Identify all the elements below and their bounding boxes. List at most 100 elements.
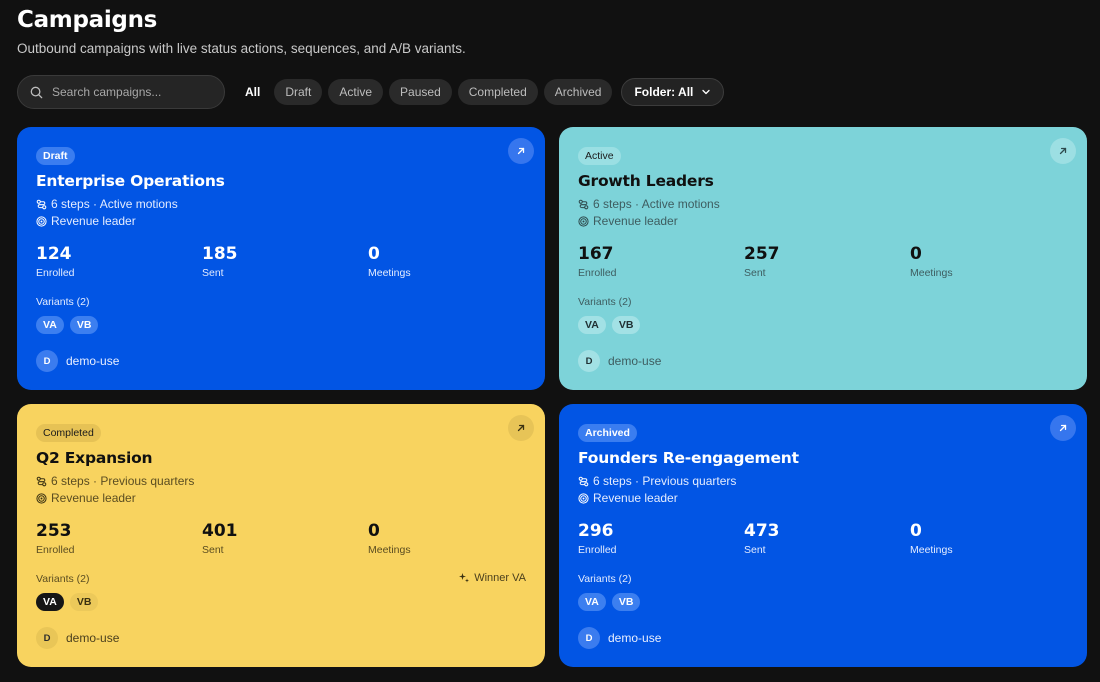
variant-list: VA VB [578,593,641,611]
target-icon [578,492,589,504]
steps-label: 6 steps · Active motions [51,197,178,211]
sent-value: 185 [202,244,238,264]
route-icon [36,476,47,486]
campaign-title[interactable]: Growth Leaders [578,172,714,190]
status-badge: Completed [36,424,101,442]
search-box[interactable] [17,75,225,109]
variant-chip[interactable]: VA [578,316,606,334]
user-name: demo-use [66,631,120,645]
chevron-down-icon [702,89,711,95]
page-subtitle: Outbound campaigns with live status acti… [17,41,466,56]
campaign-user: Ddemo-use [578,627,661,649]
meetings-label: Meetings [368,544,411,556]
campaign-steps: 6 steps · Previous quarters [578,474,736,488]
enrolled-label: Enrolled [578,544,617,556]
stat-enrolled: 296 Enrolled [578,521,617,556]
owner-role-label: Revenue leader [51,214,136,228]
status-badge: Active [578,147,621,165]
filter-active[interactable]: Active [328,79,384,105]
enrolled-label: Enrolled [36,544,75,556]
enrolled-value: 296 [578,521,614,541]
enrolled-value: 167 [578,244,614,264]
winner-label: Winner VA [474,572,526,584]
campaign-title[interactable]: Q2 Expansion [36,449,153,467]
meetings-label: Meetings [368,267,411,279]
filter-draft[interactable]: Draft [274,79,323,105]
filter-paused[interactable]: Paused [389,79,452,105]
filter-completed[interactable]: Completed [457,79,538,105]
campaign-card[interactable]: Completed Q2 Expansion 6 steps · Previous … [17,404,545,667]
enrolled-value: 124 [36,244,72,264]
winner-indicator: Winner VA [458,572,526,584]
variant-chip[interactable]: VA [36,316,64,334]
variant-chip[interactable]: VB [611,316,641,334]
stat-enrolled: 167 Enrolled [578,244,617,279]
meetings-label: Meetings [910,267,953,279]
page-header: Campaigns Outbound campaigns with live s… [17,6,466,57]
meetings-value: 0 [910,244,922,264]
variant-chip[interactable]: VB [611,593,641,611]
folder-dropdown[interactable]: Folder: All [621,78,725,106]
stat-sent: 401 Sent [202,521,238,556]
steps-label: 6 steps · Previous quarters [593,474,737,488]
variant-list: VA VB [36,316,99,334]
stat-sent: 257 Sent [744,244,780,279]
avatar: D [578,350,600,372]
avatar: D [36,627,58,649]
stat-sent: 473 Sent [744,521,780,556]
stat-sent: 185 Sent [202,244,238,279]
campaign-title[interactable]: Enterprise Operations [36,172,225,190]
folder-label: Folder: All [634,85,694,99]
stat-enrolled: 124 Enrolled [36,244,75,279]
meetings-value: 0 [910,521,922,541]
owner-role-label: Revenue leader [593,214,678,228]
avatar: D [578,627,600,649]
campaign-user: Ddemo-use [578,350,661,372]
target-icon [36,492,47,504]
avatar: D [36,350,58,372]
steps-label: 6 steps · Active motions [593,197,720,211]
campaign-user: Ddemo-use [36,627,119,649]
campaign-card[interactable]: Draft Enterprise Operations 6 steps · Acti… [17,127,545,390]
filter-all[interactable]: All [237,79,268,105]
search-icon [30,86,43,98]
variant-chip[interactable]: VA [578,593,606,611]
owner-role-label: Revenue leader [51,491,136,505]
campaign-steps: 6 steps · Previous quarters [36,474,194,488]
variant-chip[interactable]: VA [36,593,64,611]
enrolled-value: 253 [36,521,72,541]
campaign-owner-role: Revenue leader [36,214,136,228]
sent-value: 401 [202,521,238,541]
owner-role-label: Revenue leader [593,491,678,505]
variant-chip[interactable]: VB [69,316,99,334]
campaign-card[interactable]: Archived Founders Re-engagement 6 steps · … [559,404,1087,667]
enrolled-label: Enrolled [36,267,75,279]
route-icon [578,199,589,209]
enrolled-label: Enrolled [578,267,617,279]
target-icon [36,215,47,227]
variant-chip[interactable]: VB [69,593,99,611]
stat-meetings: 0 Meetings [910,521,953,556]
user-name: demo-use [608,631,662,645]
sparkles-icon [459,573,470,583]
campaign-card[interactable]: Active Growth Leaders 6 steps · Active mot… [559,127,1087,390]
stat-meetings: 0 Meetings [910,244,953,279]
campaign-title[interactable]: Founders Re-engagement [578,449,799,467]
stat-meetings: 0 Meetings [368,244,411,279]
meetings-label: Meetings [910,544,953,556]
status-badge: Draft [36,147,75,165]
sent-value: 257 [744,244,780,264]
sent-label: Sent [202,544,224,556]
variants-label: Variants (2) [36,573,90,585]
filter-archived[interactable]: Archived [543,79,613,105]
route-icon [578,476,589,486]
sent-value: 473 [744,521,780,541]
route-icon [36,199,47,209]
search-input[interactable] [52,85,202,99]
page-title: Campaigns [17,7,158,33]
variants-label: Variants (2) [36,296,90,308]
campaign-steps: 6 steps · Active motions [578,197,720,211]
variants-label: Variants (2) [578,573,632,585]
filter-toolbar: All Draft Active Paused Completed Archiv… [17,75,725,109]
campaign-owner-role: Revenue leader [578,491,678,505]
